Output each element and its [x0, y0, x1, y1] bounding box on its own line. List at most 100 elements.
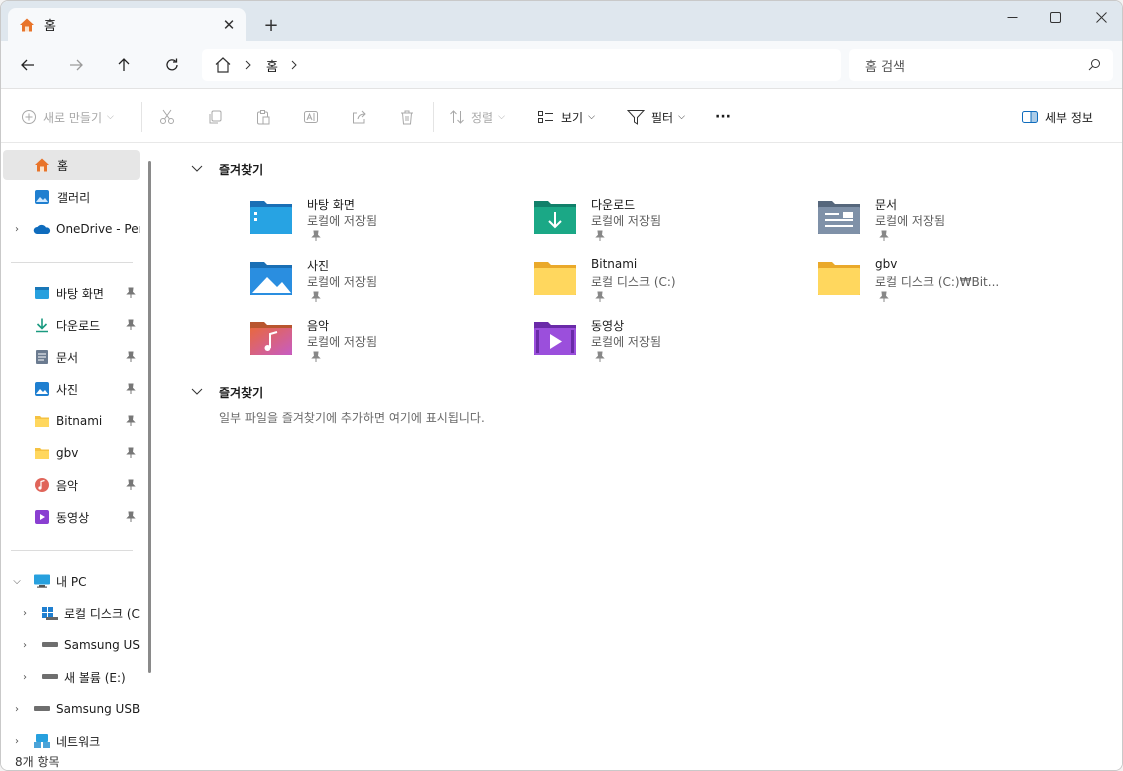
pictures-icon — [33, 380, 51, 398]
item-count: 8개 항목 — [15, 755, 60, 769]
sidebar-item-label: 문서 — [56, 350, 79, 365]
chevron-right-icon[interactable]: › — [19, 672, 31, 683]
sidebar-item-label: Bitnami — [56, 414, 103, 428]
search-icon — [1088, 59, 1100, 71]
tile-name: 음악 — [307, 319, 330, 333]
section-title: 즐겨찾기 — [219, 385, 264, 400]
chevron-right-icon[interactable]: › — [11, 736, 23, 747]
details-pane-button[interactable]: 세부 정보 — [1021, 104, 1093, 130]
sidebar-item-network[interactable]: › 네트워크 — [3, 726, 140, 748]
sidebar-item-label: 갤러리 — [57, 190, 91, 205]
chevron-right-icon[interactable]: › — [11, 704, 23, 715]
sidebar-item-desktop[interactable]: 바탕 화면 — [3, 278, 140, 308]
sidebar-item-gbv[interactable]: gbv — [3, 438, 140, 468]
view-list-icon — [538, 111, 553, 123]
delete-button[interactable] — [399, 104, 415, 130]
downloads-folder-icon — [534, 201, 576, 234]
music-folder-icon — [250, 322, 292, 355]
view-button[interactable]: 보기 ⌵ — [537, 104, 595, 130]
sidebar-item-label: 동영상 — [56, 510, 90, 525]
chevron-right-icon[interactable]: › — [19, 640, 31, 651]
maximize-button[interactable] — [1032, 1, 1078, 33]
tile-subtitle: 로컬에 저장됨 — [875, 214, 946, 228]
download-icon — [33, 316, 51, 334]
share-button[interactable] — [351, 104, 367, 130]
pin-icon — [125, 447, 137, 459]
section-header-favorites-files[interactable]: 즐겨찾기 — [189, 382, 263, 402]
pin-icon — [311, 351, 321, 362]
sidebar-divider — [11, 262, 133, 263]
tile-documents[interactable]: 문서 로컬에 저장됨 — [817, 196, 1087, 252]
sidebar-item-samsung-usb[interactable]: › Samsung USB — [3, 630, 140, 660]
videos-folder-icon — [534, 322, 576, 355]
pin-icon — [125, 415, 137, 427]
sidebar-item-home[interactable]: 홈 — [3, 150, 140, 180]
paste-button[interactable] — [255, 104, 271, 130]
tile-name: 사진 — [307, 259, 330, 273]
back-button[interactable] — [13, 51, 43, 79]
sidebar-item-new-volume[interactable]: › 새 볼륨 (E:) — [3, 662, 140, 692]
tile-videos[interactable]: 동영상 로컬에 저장됨 — [533, 317, 803, 373]
chevron-right-icon[interactable]: › — [11, 224, 23, 235]
tile-bitnami[interactable]: Bitnami 로컬 디스크 (C:) — [533, 257, 803, 313]
content-area: 즐겨찾기 바탕 화면 로컬에 저장됨 다운로드 로컬에 저장됨 문서 로컬에 저… — [157, 144, 1122, 748]
sort-button[interactable]: 정렬 ⌵ — [449, 104, 505, 130]
sidebar-item-this-pc[interactable]: ⌵ 내 PC — [3, 566, 140, 596]
sidebar-item-pictures[interactable]: 사진 — [3, 374, 140, 404]
sidebar-item-documents[interactable]: 문서 — [3, 342, 140, 372]
search-placeholder: 홈 검색 — [865, 59, 906, 75]
sidebar-item-onedrive[interactable]: › OneDrive - Pers — [3, 214, 140, 244]
tile-desktop[interactable]: 바탕 화면 로컬에 저장됨 — [249, 196, 519, 252]
cut-icon — [160, 109, 174, 124]
chevron-down-icon[interactable]: ⌵ — [11, 576, 23, 587]
minimize-button[interactable] — [989, 1, 1035, 33]
address-bar[interactable]: 홈 — [202, 49, 841, 81]
sidebar-item-music[interactable]: 음악 — [3, 470, 140, 500]
tile-subtitle: 로컬에 저장됨 — [307, 335, 378, 349]
home-outline-icon — [215, 57, 231, 73]
chevron-right-icon[interactable]: › — [19, 608, 31, 619]
pin-icon — [879, 291, 889, 302]
address-toolbar: 홈 홈 검색 — [1, 41, 1122, 89]
section-header-favorites[interactable]: 즐겨찾기 — [189, 159, 263, 179]
sidebar-item-videos[interactable]: 동영상 — [3, 502, 140, 532]
sidebar-item-downloads[interactable]: 다운로드 — [3, 310, 140, 340]
copy-button[interactable] — [207, 104, 223, 130]
chevron-right-icon[interactable] — [290, 60, 298, 70]
sidebar-item-label: 네트워크 — [56, 734, 101, 749]
documents-icon — [33, 348, 51, 366]
tile-name: gbv — [875, 257, 898, 271]
cut-button[interactable] — [159, 104, 175, 130]
tile-music[interactable]: 음악 로컬에 저장됨 — [249, 317, 519, 373]
up-button[interactable] — [109, 51, 139, 79]
tile-pictures[interactable]: 사진 로컬에 저장됨 — [249, 257, 519, 313]
section-title: 즐겨찾기 — [219, 162, 264, 177]
close-tab-icon[interactable]: ✕ — [218, 14, 240, 36]
rename-button[interactable] — [303, 104, 319, 130]
sidebar-item-label: 음악 — [56, 478, 79, 493]
network-icon — [33, 732, 51, 748]
tile-downloads[interactable]: 다운로드 로컬에 저장됨 — [533, 196, 803, 252]
sidebar-item-local-disk[interactable]: › 로컬 디스크 (C — [3, 598, 140, 628]
details-pane-icon — [1022, 111, 1038, 123]
tile-name: Bitnami — [591, 257, 638, 271]
forward-button[interactable] — [61, 51, 91, 79]
sidebar-item-gallery[interactable]: 갤러리 — [3, 182, 140, 212]
search-input[interactable]: 홈 검색 — [849, 49, 1113, 81]
filter-button[interactable]: 필터 ⌵ — [627, 104, 685, 130]
new-button[interactable]: 새로 만들기 ⌵ — [21, 104, 114, 130]
breadcrumb-home[interactable]: 홈 — [266, 56, 278, 75]
tab-home[interactable]: 홈 ✕ — [8, 8, 246, 41]
share-icon — [353, 110, 366, 124]
close-window-button[interactable] — [1078, 1, 1122, 33]
sidebar-scrollbar[interactable] — [148, 161, 151, 673]
sidebar-item-bitnami[interactable]: Bitnami — [3, 406, 140, 436]
divider — [141, 102, 142, 132]
refresh-button[interactable] — [157, 51, 187, 79]
pin-icon — [595, 351, 605, 362]
sidebar-item-samsung-usb-2[interactable]: › Samsung USB ( — [3, 694, 140, 724]
arrow-up-icon — [118, 58, 130, 71]
more-options-button[interactable]: ··· — [715, 104, 731, 130]
tile-gbv[interactable]: gbv 로컬 디스크 (C:)₩Bit... — [817, 257, 1087, 313]
new-tab-button[interactable]: + — [259, 13, 283, 37]
